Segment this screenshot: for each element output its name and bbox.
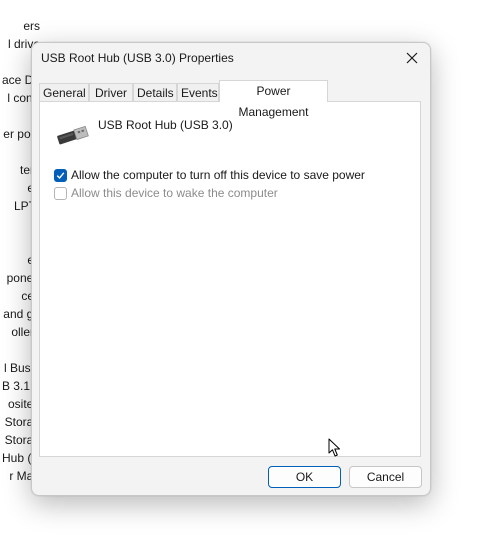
allow-wake-checkbox bbox=[54, 186, 67, 200]
tree-item[interactable]: ers bbox=[23, 19, 40, 33]
title-bar[interactable]: USB Root Hub (USB 3.0) Properties bbox=[32, 43, 430, 75]
properties-dialog: USB Root Hub (USB 3.0) Properties Genera… bbox=[31, 42, 431, 496]
mouse-pointer-icon bbox=[328, 438, 340, 457]
allow-turn-off-label[interactable]: Allow the computer to turn off this devi… bbox=[71, 168, 365, 182]
allow-turn-off-checkbox[interactable] bbox=[54, 168, 67, 182]
tab-panel-power-management: USB Root Hub (USB 3.0) Allow the compute… bbox=[39, 101, 421, 457]
close-icon bbox=[406, 52, 418, 64]
ok-button[interactable]: OK bbox=[268, 466, 341, 488]
close-button[interactable] bbox=[394, 43, 430, 73]
dialog-title: USB Root Hub (USB 3.0) Properties bbox=[41, 51, 234, 65]
device-name: USB Root Hub (USB 3.0) bbox=[98, 118, 233, 132]
checkmark-icon bbox=[56, 171, 65, 179]
option-allow-turn-off[interactable]: Allow the computer to turn off this devi… bbox=[54, 167, 365, 183]
tab-driver[interactable]: Driver bbox=[89, 83, 133, 102]
cancel-button[interactable]: Cancel bbox=[349, 466, 422, 488]
tab-power-management[interactable]: Power Management bbox=[219, 80, 328, 119]
tab-details[interactable]: Details bbox=[133, 83, 177, 102]
tab-events[interactable]: Events bbox=[177, 83, 219, 102]
tab-general[interactable]: General bbox=[39, 83, 89, 102]
usb-connector-icon bbox=[57, 125, 89, 145]
allow-wake-label: Allow this device to wake the computer bbox=[71, 186, 278, 200]
option-allow-wake: Allow this device to wake the computer bbox=[54, 185, 278, 201]
